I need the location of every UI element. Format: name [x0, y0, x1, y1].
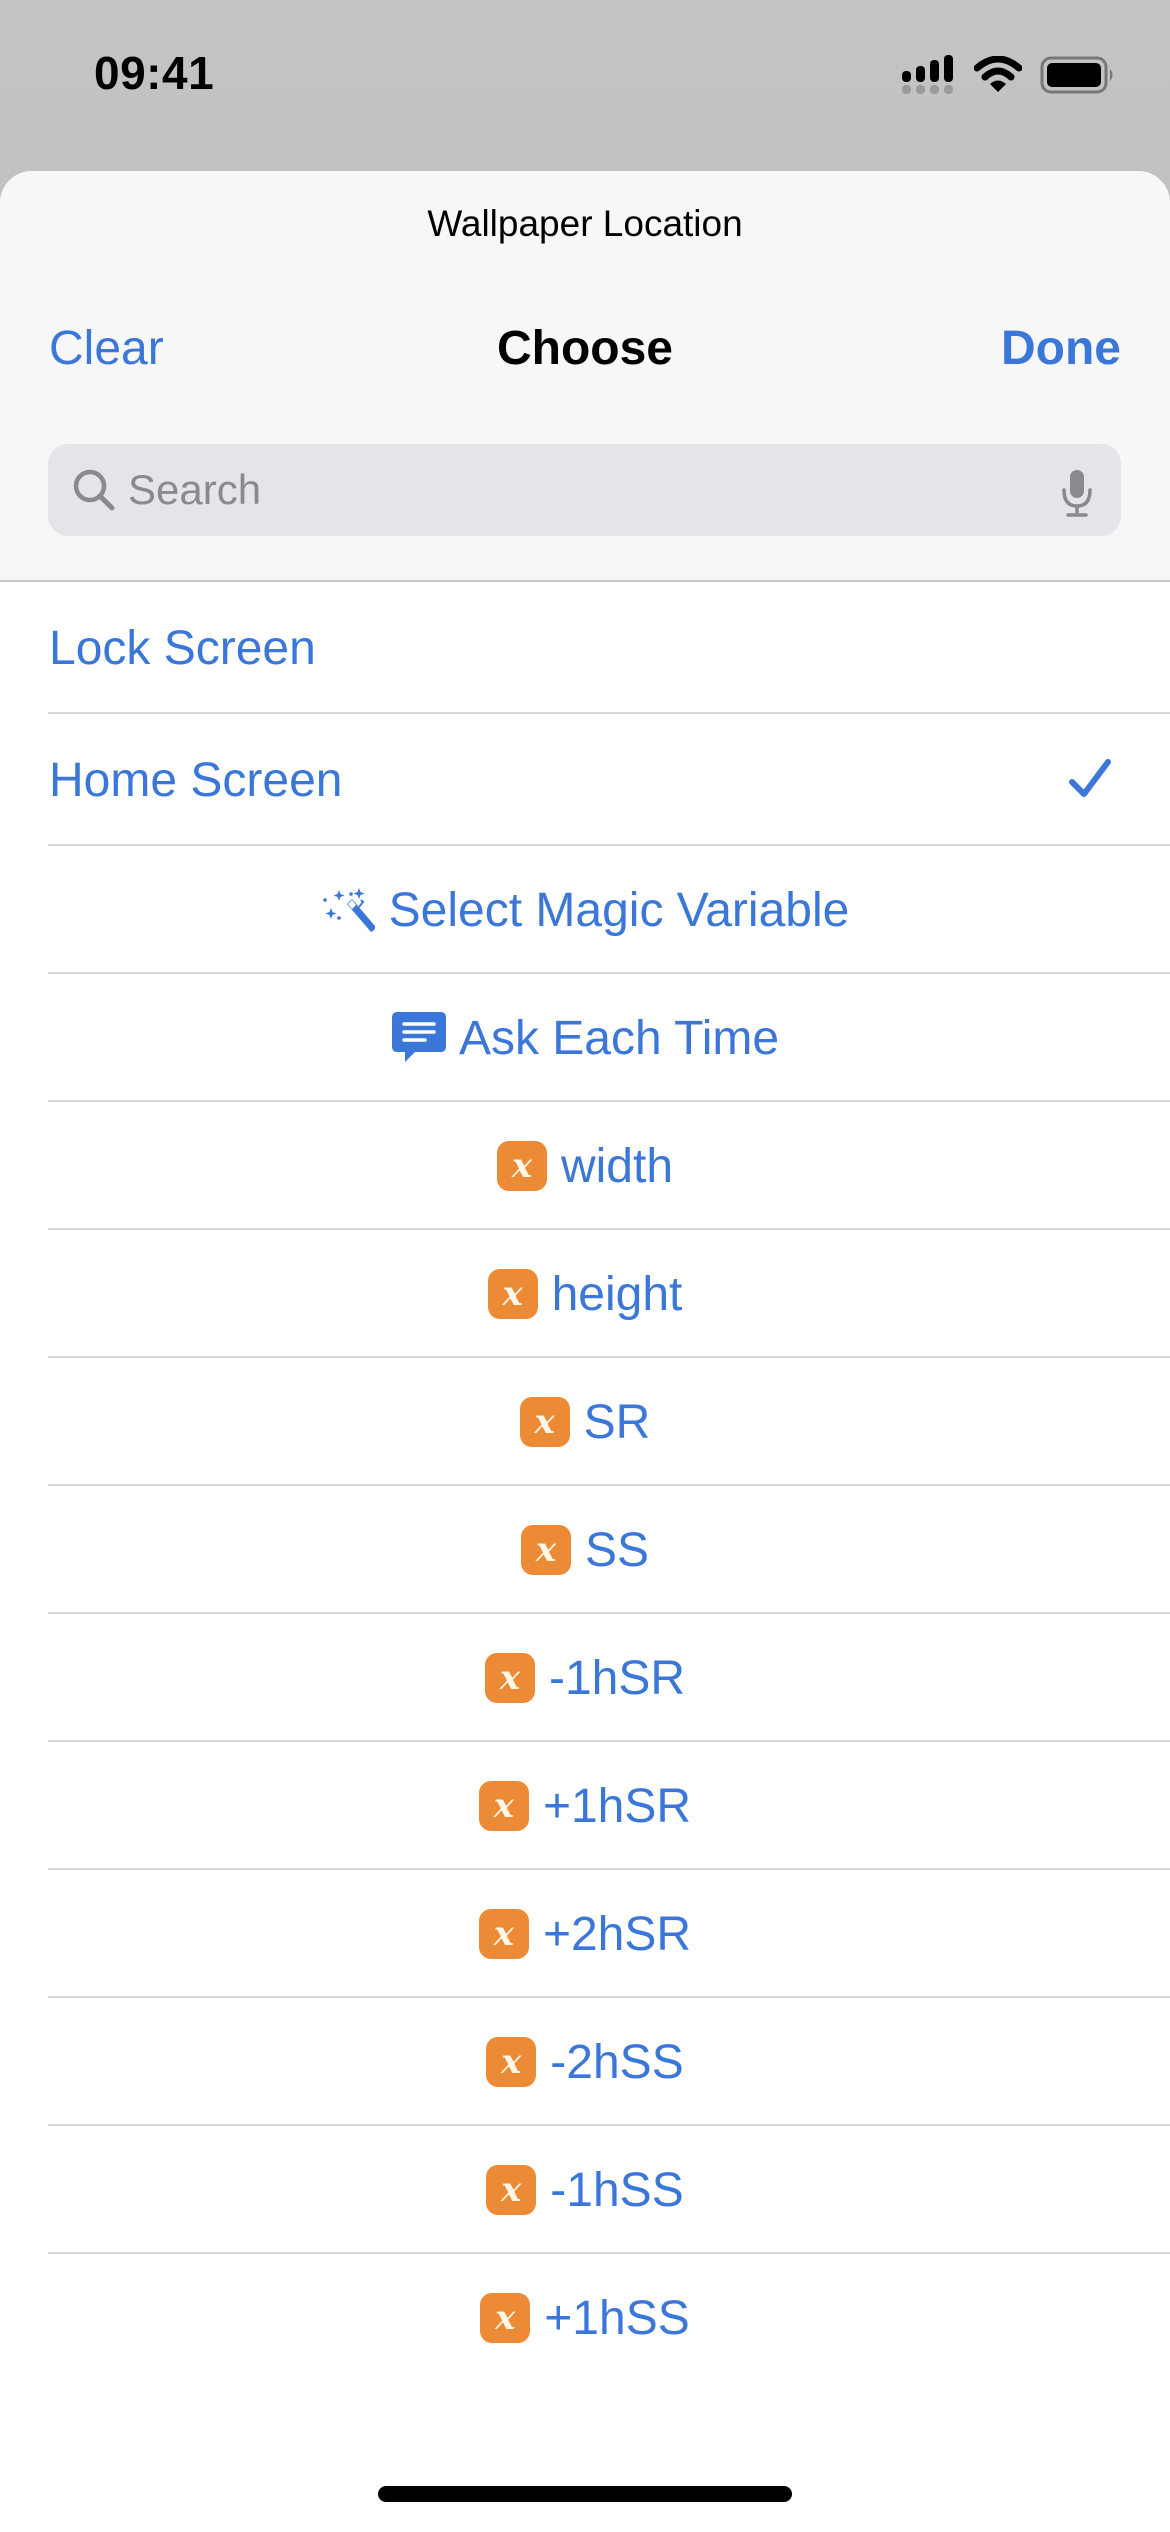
option-label: Home Screen: [49, 753, 343, 807]
microphone-icon[interactable]: [1059, 468, 1095, 518]
variable-icon: x: [478, 1781, 529, 1831]
search-input[interactable]: [128, 444, 1028, 536]
variable-label: +1hSS: [544, 2291, 690, 2345]
variable-row-sr[interactable]: x SR: [0, 1358, 1170, 1486]
sheet-header: Wallpaper Location Clear Choose Done: [0, 171, 1170, 582]
variable-icon: x: [486, 2037, 537, 2087]
status-icons: [902, 55, 1116, 95]
variable-icon: x: [487, 1269, 538, 1319]
checkmark-icon: [1069, 759, 1111, 797]
variable-label: +2hSR: [542, 1907, 692, 1961]
variable-label: -1hSR: [548, 1651, 686, 1705]
variable-label: +1hSR: [542, 1779, 692, 1833]
battery-icon: [1040, 56, 1113, 94]
search-icon: [73, 469, 115, 511]
nav-bar: Clear Choose Done: [0, 321, 1170, 381]
options-list: Lock Screen Home Screen Select Magic Var…: [0, 582, 1170, 2382]
variable-label: height: [551, 1267, 683, 1321]
variable-row-minus-1h-sr[interactable]: x -1hSR: [0, 1614, 1170, 1742]
nav-title: Choose: [496, 322, 673, 375]
status-bar: 09:41: [0, 0, 1170, 150]
variable-label: -2hSS: [550, 2035, 684, 2089]
choose-sheet: Wallpaper Location Clear Choose Done Loc…: [0, 171, 1170, 2532]
cellular-signal-icon: [902, 55, 953, 94]
done-button[interactable]: Done: [1001, 321, 1121, 376]
variable-icon: x: [496, 1141, 547, 1191]
variable-row-width[interactable]: x width: [0, 1102, 1170, 1230]
magic-wand-icon: [322, 888, 375, 932]
variable-label: SS: [584, 1523, 650, 1577]
wifi-icon: [974, 56, 1022, 92]
select-magic-variable-button[interactable]: Select Magic Variable: [0, 846, 1170, 974]
variable-row-minus-2h-ss[interactable]: x -2hSS: [0, 1998, 1170, 2126]
search-bar[interactable]: [48, 444, 1121, 536]
parameter-title: Wallpaper Location: [427, 203, 743, 244]
variable-icon: x: [480, 2293, 531, 2343]
option-label: Lock Screen: [49, 621, 316, 675]
action-label: Select Magic Variable: [388, 883, 850, 937]
variable-label: SR: [583, 1395, 651, 1449]
variable-row-minus-1h-ss[interactable]: x -1hSS: [0, 2126, 1170, 2254]
status-time: 09:41: [94, 47, 215, 99]
variable-label: -1hSS: [550, 2163, 684, 2217]
variable-row-plus-2h-sr[interactable]: x +2hSR: [0, 1870, 1170, 1998]
variable-icon: x: [478, 1909, 529, 1959]
variable-row-height[interactable]: x height: [0, 1230, 1170, 1358]
variable-icon: x: [520, 1525, 571, 1575]
action-label: Ask Each Time: [458, 1011, 780, 1065]
ask-each-time-button[interactable]: Ask Each Time: [0, 974, 1170, 1102]
variable-icon: x: [484, 1653, 535, 1703]
variable-row-plus-1h-sr[interactable]: x +1hSR: [0, 1742, 1170, 1870]
variable-icon: x: [519, 1397, 570, 1447]
variable-icon: x: [486, 2165, 537, 2215]
option-lock-screen[interactable]: Lock Screen: [0, 582, 1170, 714]
variable-row-plus-1h-ss[interactable]: x +1hSS: [0, 2254, 1170, 2382]
variable-label: width: [560, 1139, 674, 1193]
speech-bubble-icon: [391, 1012, 446, 1062]
option-home-screen[interactable]: Home Screen: [0, 714, 1170, 846]
home-indicator[interactable]: [378, 2486, 792, 2502]
variable-row-ss[interactable]: x SS: [0, 1486, 1170, 1614]
